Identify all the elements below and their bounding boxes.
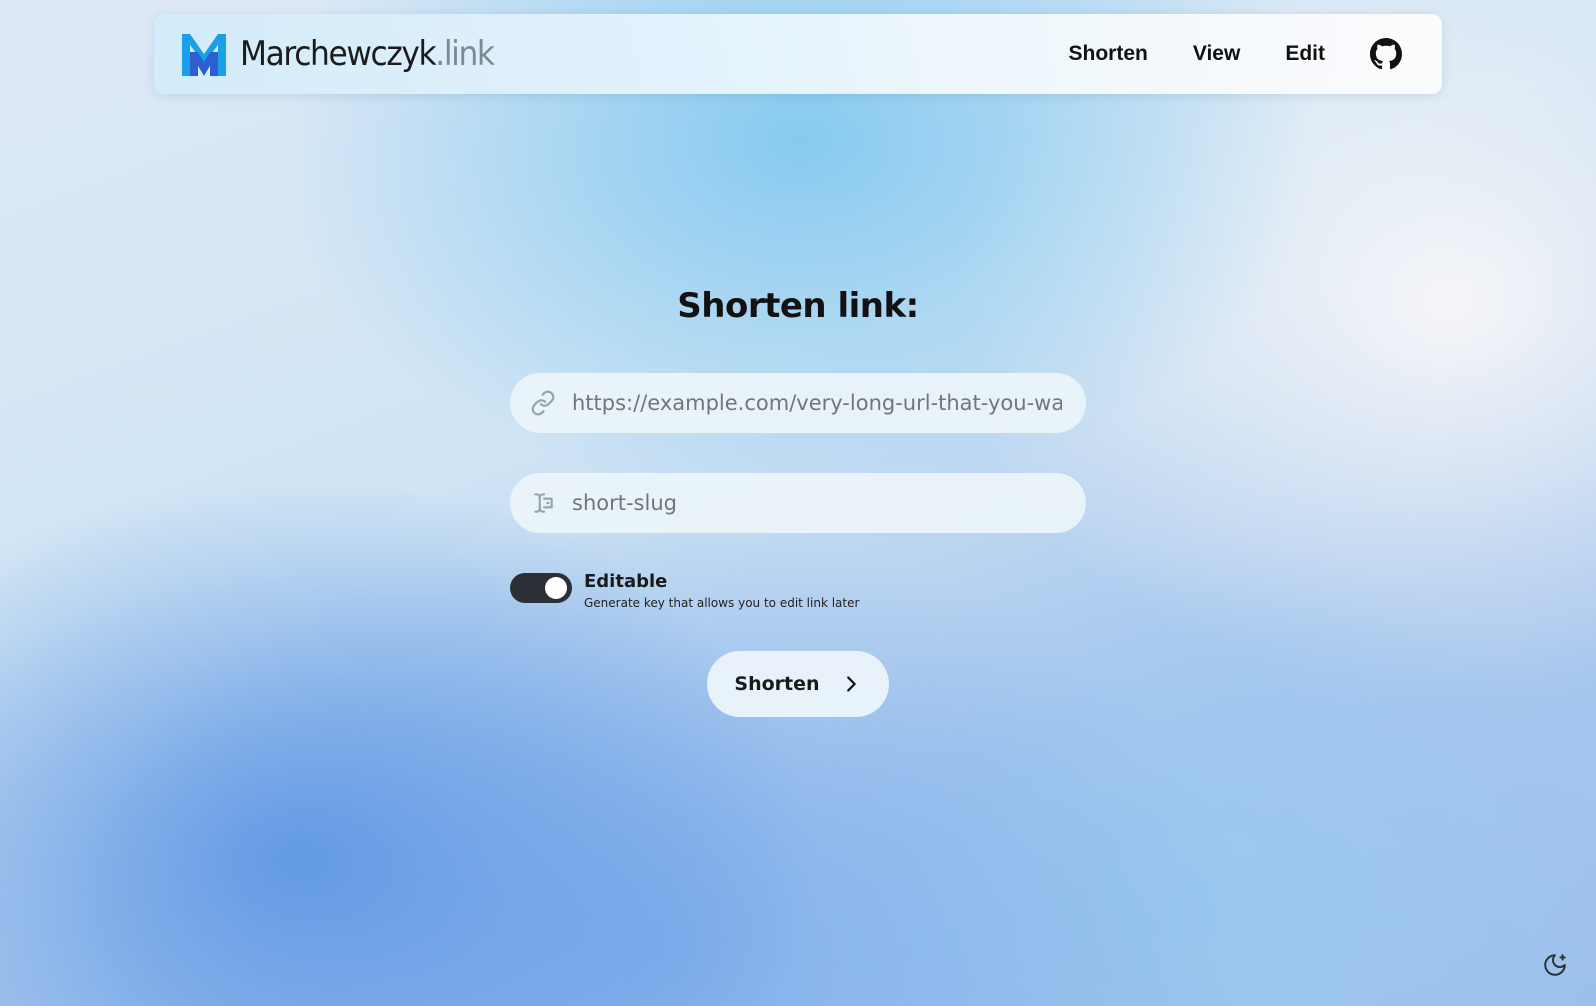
slug-input[interactable] — [572, 491, 1062, 515]
shorten-button[interactable]: Shorten — [707, 651, 889, 717]
link-icon — [531, 390, 555, 416]
editable-toggle-row: Editable Generate key that allows you to… — [510, 572, 859, 610]
url-field[interactable] — [510, 373, 1086, 433]
logo-text: Marchewczyk.link — [240, 34, 495, 74]
editable-toggle[interactable] — [510, 573, 572, 603]
nav-edit-link[interactable]: Edit — [1285, 42, 1325, 66]
moon-icon[interactable] — [1542, 952, 1568, 978]
page-title: Shorten link: — [677, 286, 919, 326]
navbar: Marchewczyk.link Shorten View Edit — [154, 14, 1442, 94]
text-cursor-icon — [534, 493, 553, 513]
shorten-button-label: Shorten — [734, 673, 820, 695]
logo-mark-icon — [182, 34, 226, 76]
slug-field[interactable] — [510, 473, 1086, 533]
brand-name: Marchewczyk — [240, 34, 437, 74]
toggle-text: Editable Generate key that allows you to… — [584, 571, 860, 611]
github-icon[interactable] — [1370, 38, 1402, 70]
brand-tld: .link — [435, 34, 495, 74]
nav-links: Shorten View Edit — [1024, 14, 1402, 94]
url-input[interactable] — [572, 391, 1062, 415]
logo[interactable]: Marchewczyk.link — [180, 30, 516, 78]
nav-view-link[interactable]: View — [1193, 42, 1240, 66]
toggle-knob — [545, 577, 567, 599]
chevron-right-icon — [846, 676, 856, 692]
nav-shorten-link[interactable]: Shorten — [1069, 42, 1148, 66]
editable-label: Editable — [584, 571, 668, 592]
editable-description: Generate key that allows you to edit lin… — [584, 596, 860, 610]
